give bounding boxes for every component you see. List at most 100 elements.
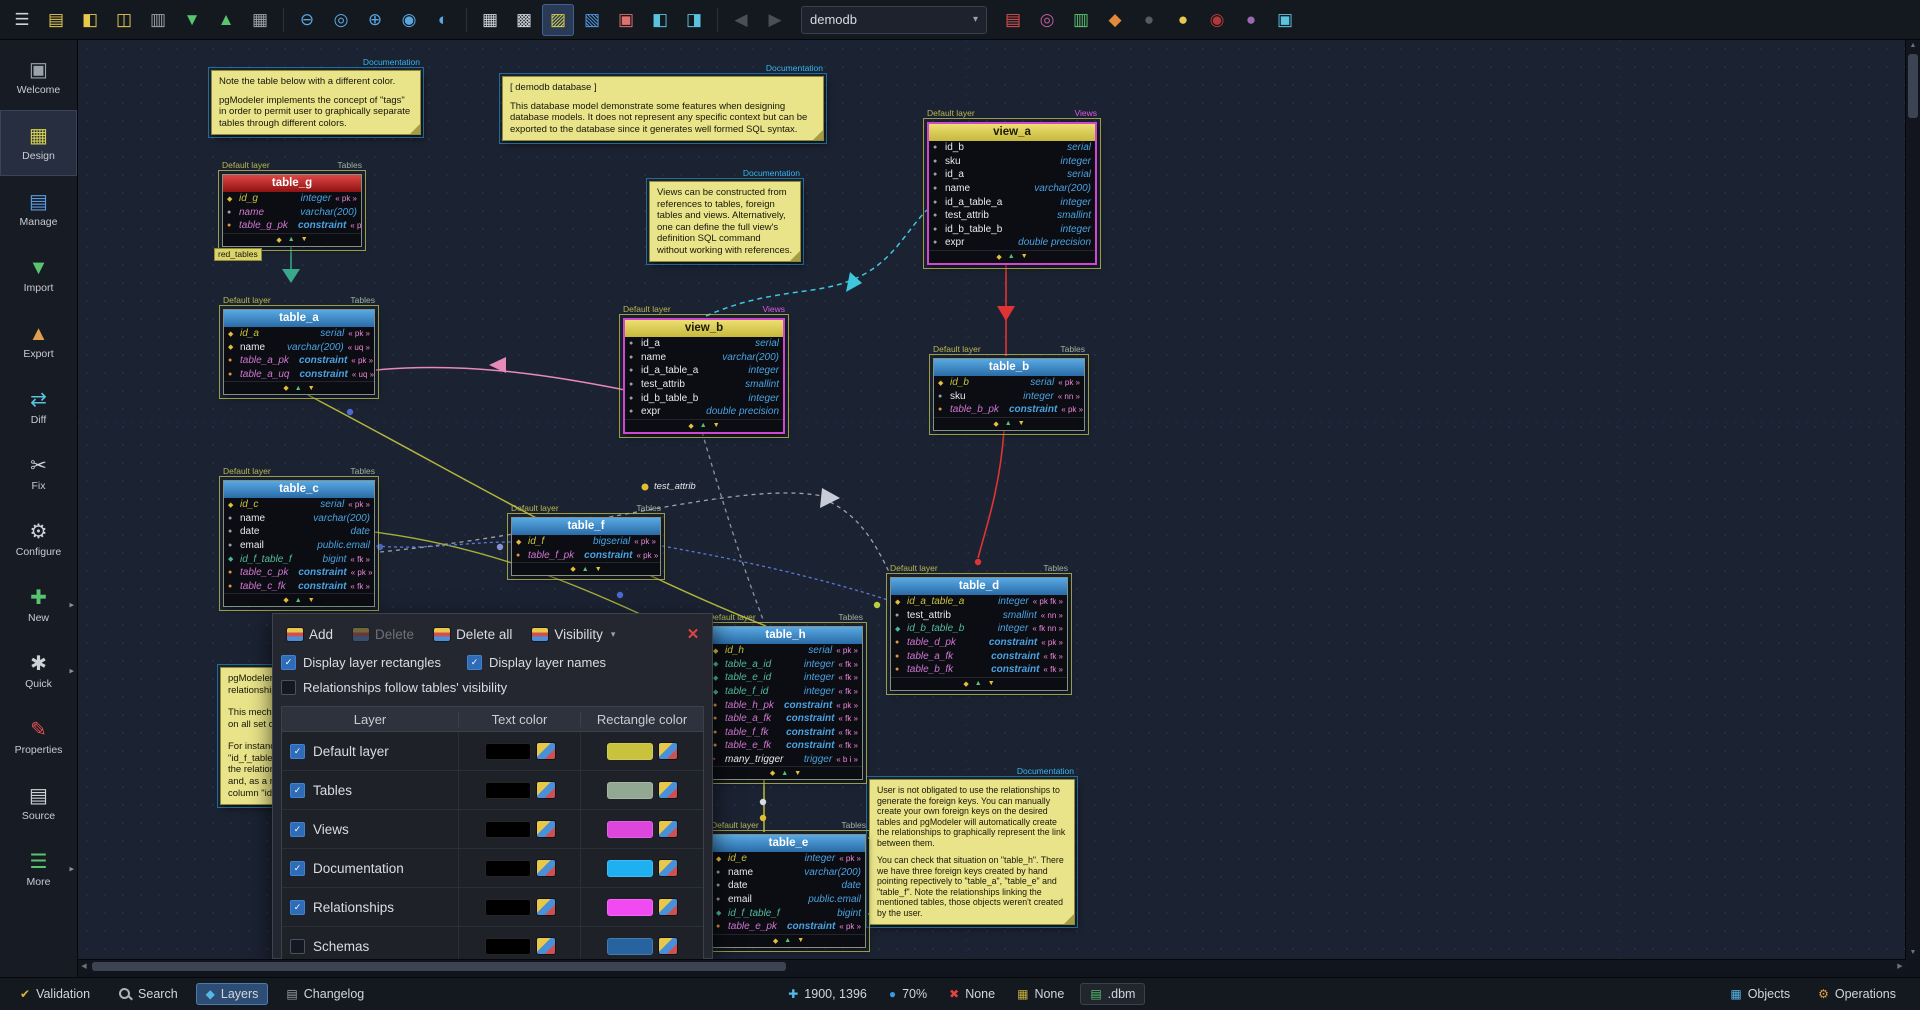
color-picker-icon[interactable]: [659, 899, 677, 915]
rect-color-swatch[interactable]: [607, 860, 653, 877]
color-picker-icon[interactable]: [537, 860, 555, 876]
color-picker-icon[interactable]: [537, 782, 555, 798]
diagram-canvas[interactable]: DocumentationNote the table below with a…: [78, 40, 1906, 959]
collapse-control-icon[interactable]: ▲: [700, 422, 707, 429]
sidebar-item-export[interactable]: ▲Export: [0, 308, 77, 374]
text-color-swatch[interactable]: [485, 782, 531, 799]
collapse-control-icon[interactable]: ▲: [975, 680, 982, 687]
bug-report-button[interactable]: ●: [1133, 4, 1165, 36]
collapse-control-icon[interactable]: ◆: [773, 937, 778, 945]
layer-visibility-checkbox[interactable]: ✓: [290, 744, 305, 759]
sidebar-item-quick[interactable]: ✱Quick▸: [0, 638, 77, 704]
collapse-control-icon[interactable]: ▲: [295, 385, 302, 392]
search-button[interactable]: Search: [108, 983, 188, 1005]
sidebar-item-welcome[interactable]: ▣Welcome: [0, 44, 77, 110]
layer-visibility-checkbox[interactable]: [290, 939, 305, 954]
pack-model-button[interactable]: ▥: [142, 4, 174, 36]
export-model-button[interactable]: ▲: [210, 4, 242, 36]
text-color-swatch[interactable]: [485, 938, 531, 955]
relationship-line[interactable]: [830, 502, 890, 574]
fit-zoom-button[interactable]: ◎: [325, 4, 357, 36]
compact-view-button[interactable]: ▦: [474, 4, 506, 36]
table-table_f[interactable]: Default layerTablestable_f◆id_fbigserial…: [511, 517, 661, 576]
text-color-swatch[interactable]: [485, 743, 531, 760]
color-picker-icon[interactable]: [537, 821, 555, 837]
apply-sql-button[interactable]: ▥: [1065, 4, 1097, 36]
rect-color-swatch[interactable]: [607, 899, 653, 916]
option-checkbox[interactable]: ✓: [467, 655, 482, 670]
layer-row-default-layer[interactable]: ✓Default layer: [282, 732, 703, 771]
table-table_b[interactable]: Default layerTablestable_b◆id_bserial« p…: [933, 358, 1085, 431]
horizontal-scrollbar[interactable]: ◀ ▶: [78, 959, 1906, 973]
scroll-down-icon[interactable]: ▼: [1906, 947, 1920, 959]
layers-button[interactable]: ◆ Layers: [196, 983, 269, 1005]
table-table_a[interactable]: Default layerTablestable_a◆id_aserial« p…: [223, 309, 375, 395]
sidebar-item-properties[interactable]: ✎Properties: [0, 704, 77, 770]
collapse-control-icon[interactable]: ▲: [784, 937, 791, 944]
table-table_c[interactable]: Default layerTablestable_c◆id_cserial« p…: [223, 480, 375, 607]
rect-color-swatch[interactable]: [607, 821, 653, 838]
note-tags[interactable]: DocumentationNote the table below with a…: [211, 70, 421, 135]
note-demodb[interactable]: Documentation[ demodb database ]This dat…: [502, 76, 824, 141]
collapse-control-icon[interactable]: ◆: [996, 253, 1001, 261]
scene-image-button[interactable]: ▣: [610, 4, 642, 36]
collapse-control-icon[interactable]: ◆: [688, 422, 693, 430]
import-model-button[interactable]: ▼: [176, 4, 208, 36]
collapse-control-icon[interactable]: ▼: [988, 680, 995, 687]
relationship-line[interactable]: [662, 546, 888, 600]
sidebar-item-manage[interactable]: ▤Manage: [0, 176, 77, 242]
sidebar-item-configure[interactable]: ⚙Configure: [0, 506, 77, 572]
save-model-button[interactable]: ◫: [108, 4, 140, 36]
color-picker-icon[interactable]: [659, 743, 677, 759]
zoom-in-button[interactable]: ⊕: [359, 4, 391, 36]
layer-visibility-checkbox[interactable]: ✓: [290, 783, 305, 798]
operations-panel-button[interactable]: ⚙ Operations: [1808, 983, 1906, 1005]
model-selector[interactable]: demodb▾: [801, 6, 987, 34]
view-view_b[interactable]: Default layerViewsview_b●id_aserial●name…: [623, 318, 785, 434]
collapse-control-icon[interactable]: ▲: [1008, 253, 1015, 260]
collapse-control-icon[interactable]: ▼: [713, 422, 720, 429]
sidebar-item-import[interactable]: ▼Import: [0, 242, 77, 308]
diff-db-button[interactable]: ◆: [1099, 4, 1131, 36]
objects-panel-button[interactable]: ▦ Objects: [1720, 983, 1800, 1005]
model-file-badge[interactable]: ▤ .dbm: [1080, 983, 1145, 1005]
full-view-button[interactable]: ▩: [508, 4, 540, 36]
delete-all-layers-button[interactable]: Delete all: [428, 624, 518, 645]
wiki-button[interactable]: ◉: [1201, 4, 1233, 36]
collapse-control-icon[interactable]: ◆: [283, 384, 288, 392]
back-button[interactable]: ◀: [725, 4, 757, 36]
table-table_e[interactable]: Default layerTablestable_e◆id_einteger« …: [711, 834, 866, 948]
option-checkbox[interactable]: ✓: [281, 655, 296, 670]
forward-button[interactable]: ▶: [759, 4, 791, 36]
collapse-control-icon[interactable]: ▲: [1005, 420, 1012, 427]
magnifier-button[interactable]: ◉: [393, 4, 425, 36]
layer-option-2[interactable]: Relationships follow tables' visibility: [281, 680, 507, 695]
collapse-control-icon[interactable]: ▼: [301, 236, 308, 243]
scroll-left-icon[interactable]: ◀: [78, 960, 90, 973]
horizontal-scroll-thumb[interactable]: [92, 962, 786, 971]
color-picker-icon[interactable]: [659, 821, 677, 837]
layer-option-0[interactable]: ✓Display layer rectangles: [281, 655, 441, 670]
support-button[interactable]: ●: [1235, 4, 1267, 36]
table-color-tag[interactable]: red_tables: [214, 248, 262, 261]
main-menu-button[interactable]: ☰: [6, 4, 38, 36]
collapse-control-icon[interactable]: ◆: [570, 565, 575, 573]
layer-visibility-checkbox[interactable]: ✓: [290, 900, 305, 915]
sidebar-item-diff[interactable]: ⇄Diff: [0, 374, 77, 440]
note-foreign-keys[interactable]: DocumentationUser is not obligated to us…: [869, 779, 1075, 925]
rect-color-swatch[interactable]: [607, 782, 653, 799]
collapse-control-icon[interactable]: ▼: [1018, 420, 1025, 427]
validation-button[interactable]: ✔ Validation: [10, 983, 100, 1005]
text-color-swatch[interactable]: [485, 899, 531, 916]
collapse-control-icon[interactable]: ▲: [582, 566, 589, 573]
option-checkbox[interactable]: [281, 680, 296, 695]
split-vertical-button[interactable]: ◨: [678, 4, 710, 36]
docs-button[interactable]: ▣: [1269, 4, 1301, 36]
collapse-control-icon[interactable]: ◆: [276, 236, 281, 244]
close-icon[interactable]: ✕: [682, 625, 704, 643]
split-horizontal-button[interactable]: ◧: [644, 4, 676, 36]
layer-row-relationships[interactable]: ✓Relationships: [282, 888, 703, 927]
scroll-right-icon[interactable]: ▶: [1894, 960, 1906, 973]
vertical-scroll-thumb[interactable]: [1908, 54, 1918, 118]
collapse-control-icon[interactable]: ▼: [308, 597, 315, 604]
